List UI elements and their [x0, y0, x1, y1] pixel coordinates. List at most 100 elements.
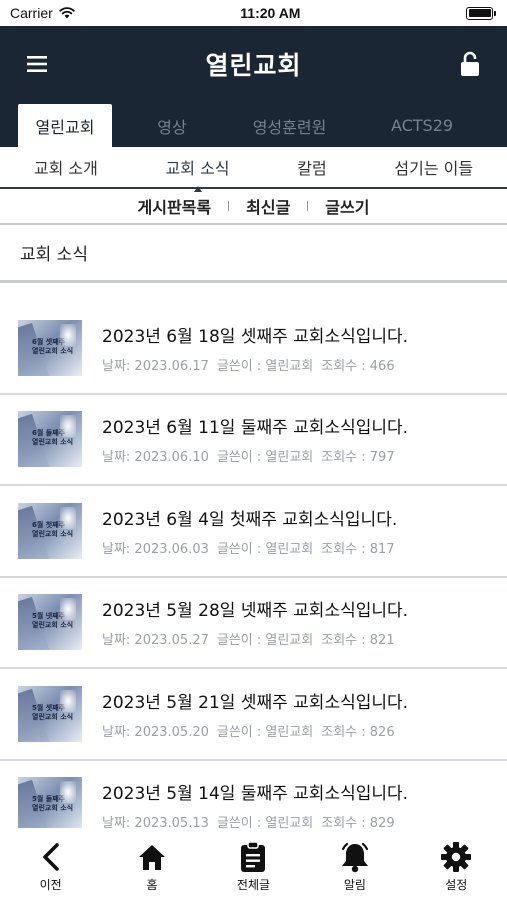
- post-title[interactable]: 2023년 6월 11일 둘째주 교회소식입니다.: [102, 413, 408, 438]
- post-author: 글쓴이 : 열린교회: [216, 724, 314, 740]
- post-views: 조회수 : 821: [321, 633, 395, 649]
- tab-acts29[interactable]: ACTS29: [347, 104, 497, 147]
- post-thumbnail: 6월 셋째주 열린교회 소식: [18, 319, 82, 376]
- subtab-label: 교회 소식: [165, 159, 230, 178]
- thumbnail-caption: 6월 셋째주 열린교회 소식: [32, 338, 73, 356]
- chevron-left-icon: [42, 843, 59, 871]
- thumbnail-caption-line: 6월 둘째주: [32, 429, 66, 438]
- post-views: 조회수 : 797: [321, 450, 395, 466]
- thumbnail-caption: 5월 넷째주 열린교회 소식: [32, 612, 73, 630]
- recent-posts-link[interactable]: 최신글: [246, 194, 290, 218]
- thumbnail-caption-line: 열린교회 소식: [32, 712, 74, 721]
- divider: [228, 201, 230, 211]
- thumbnail-caption-line: 5월 셋째주: [32, 703, 66, 712]
- thumbnail-caption: 6월 둘째주 열린교회 소식: [32, 429, 73, 447]
- post-list-item[interactable]: 6월 둘째주 열린교회 소식 2023년 6월 11일 둘째주 교회소식입니다. 날짜…: [0, 395, 507, 486]
- active-indicator-caret: [193, 186, 202, 192]
- post-text: 2023년 5월 14일 둘째주 교회소식입니다. 날짜: 2023.05.13 글…: [102, 779, 408, 831]
- post-views: 조회수 : 466: [321, 358, 395, 374]
- post-author: 글쓴이 : 열린교회: [216, 633, 314, 649]
- notifications-label: 알림: [343, 878, 366, 892]
- battery-icon: [466, 6, 496, 20]
- thumbnail-caption: 6월 첫째주 열린교회 소식: [32, 521, 73, 539]
- subtab-label: 섬기는 이들: [394, 159, 474, 178]
- post-title[interactable]: 2023년 6월 4일 첫째주 교회소식입니다.: [102, 505, 397, 530]
- subtab-ministers[interactable]: 섬기는 이들: [394, 155, 473, 179]
- post-date: 날짜: 2023.06.17: [102, 358, 209, 374]
- all-posts-button[interactable]: 전체글: [218, 840, 288, 893]
- post-date: 날짜: 2023.05.20: [102, 724, 209, 740]
- thumbnail-caption-line: 6월 셋째주: [32, 337, 66, 346]
- post-thumbnail: 5월 둘째주 열린교회 소식: [18, 777, 82, 834]
- post-thumbnail: 5월 넷째주 열린교회 소식: [18, 594, 82, 651]
- sub-tabs: 교회 소개 교회 소식 칼럼 섬기는 이들: [0, 147, 507, 192]
- home-label: 홈: [146, 878, 158, 892]
- bottom-nav: 이전 홈 전체글 알림 설정: [0, 828, 507, 900]
- post-title[interactable]: 2023년 5월 21일 셋째주 교회소식입니다.: [102, 688, 408, 713]
- post-list-item[interactable]: 6월 첫째주 열린교회 소식 2023년 6월 4일 첫째주 교회소식입니다. 날짜:…: [0, 486, 507, 578]
- thumbnail-caption: 5월 둘째주 열린교회 소식: [32, 795, 73, 813]
- bell-icon: [341, 842, 368, 873]
- post-author: 글쓴이 : 열린교회: [216, 541, 314, 557]
- all-posts-label: 전체글: [236, 878, 271, 892]
- thumbnail-caption-line: 5월 넷째주: [32, 612, 66, 621]
- gear-icon: [441, 842, 472, 872]
- settings-label: 설정: [445, 878, 468, 892]
- post-list-item[interactable]: 6월 셋째주 열린교회 소식 2023년 6월 18일 셋째주 교회소식입니다. 날짜…: [0, 303, 507, 395]
- post-views: 조회수 : 817: [321, 541, 395, 557]
- post-meta: 날짜: 2023.06.03 글쓴이 : 열린교회 조회수 : 817: [102, 538, 397, 557]
- thumbnail-caption-line: 열린교회 소식: [32, 346, 74, 355]
- main-tabs: 열린교회 영상 영성훈련원 ACTS29: [0, 101, 507, 147]
- tab-video[interactable]: 영상: [112, 104, 232, 147]
- settings-button[interactable]: 설정: [421, 840, 491, 893]
- notifications-button[interactable]: 알림: [320, 840, 390, 893]
- home-button[interactable]: 홈: [117, 840, 187, 893]
- post-meta: 날짜: 2023.05.27 글쓴이 : 열린교회 조회수 : 821: [102, 629, 408, 648]
- wifi-icon: [59, 7, 75, 19]
- post-list-item[interactable]: 5월 넷째주 열린교회 소식 2023년 5월 28일 넷째주 교회소식입니다. 날짜…: [0, 578, 507, 669]
- post-title[interactable]: 2023년 5월 14일 둘째주 교회소식입니다.: [102, 779, 408, 804]
- thumbnail-caption-line: 열린교회 소식: [32, 438, 74, 447]
- carrier-label: Carrier: [10, 5, 53, 21]
- post-author: 글쓴이 : 열린교회: [216, 358, 314, 374]
- write-post-link[interactable]: 글쓰기: [325, 194, 369, 218]
- tab-spiritual-training[interactable]: 영성훈련원: [232, 104, 347, 147]
- lock-icon: [460, 51, 479, 76]
- subtab-church-news[interactable]: 교회 소식: [165, 155, 230, 192]
- post-text: 2023년 5월 21일 셋째주 교회소식입니다. 날짜: 2023.05.20 글…: [102, 688, 408, 740]
- post-author: 글쓴이 : 열린교회: [216, 450, 314, 466]
- post-list-item[interactable]: 5월 셋째주 열린교회 소식 2023년 5월 21일 셋째주 교회소식입니다. 날짜…: [0, 669, 507, 761]
- app-header: 열린교회: [0, 26, 507, 101]
- subtab-label: 교회 소개: [33, 159, 98, 178]
- post-text: 2023년 6월 4일 첫째주 교회소식입니다. 날짜: 2023.06.03 글쓴…: [102, 505, 397, 557]
- subtab-church-intro[interactable]: 교회 소개: [34, 155, 98, 179]
- subtab-column[interactable]: 칼럼: [297, 155, 326, 179]
- post-meta: 날짜: 2023.06.17 글쓴이 : 열린교회 조회수 : 466: [102, 355, 408, 374]
- post-meta: 날짜: 2023.05.20 글쓴이 : 열린교회 조회수 : 826: [102, 721, 408, 740]
- thumbnail-caption-line: 6월 첫째주: [32, 520, 66, 529]
- back-button[interactable]: 이전: [16, 840, 86, 893]
- tab-open-church[interactable]: 열린교회: [18, 104, 112, 147]
- back-label: 이전: [39, 878, 62, 892]
- post-text: 2023년 6월 18일 셋째주 교회소식입니다. 날짜: 2023.06.17 글…: [102, 322, 408, 374]
- post-date: 날짜: 2023.05.27: [102, 633, 209, 649]
- board-list-link[interactable]: 게시판목록: [138, 194, 212, 218]
- post-thumbnail: 5월 셋째주 열린교회 소식: [18, 685, 82, 742]
- home-icon: [139, 845, 166, 870]
- menu-button[interactable]: [22, 49, 52, 79]
- post-text: 2023년 5월 28일 넷째주 교회소식입니다. 날짜: 2023.05.27 글…: [102, 596, 408, 648]
- post-list: 6월 셋째주 열린교회 소식 2023년 6월 18일 셋째주 교회소식입니다. 날짜…: [0, 283, 507, 852]
- thumbnail-caption-line: 열린교회 소식: [32, 621, 74, 630]
- post-title[interactable]: 2023년 6월 18일 셋째주 교회소식입니다.: [102, 322, 408, 347]
- battery-level: [468, 9, 491, 17]
- subtab-label: 칼럼: [297, 159, 327, 178]
- login-button[interactable]: [455, 49, 485, 79]
- post-date: 날짜: 2023.06.10: [102, 450, 209, 466]
- post-title[interactable]: 2023년 5월 28일 넷째주 교회소식입니다.: [102, 596, 408, 621]
- divider: [307, 201, 309, 211]
- post-views: 조회수 : 826: [321, 724, 395, 740]
- post-thumbnail: 6월 둘째주 열린교회 소식: [18, 411, 82, 468]
- post-thumbnail: 6월 첫째주 열린교회 소식: [18, 502, 82, 559]
- thumbnail-caption-line: 열린교회 소식: [32, 529, 74, 538]
- thumbnail-caption-line: 열린교회 소식: [32, 804, 74, 813]
